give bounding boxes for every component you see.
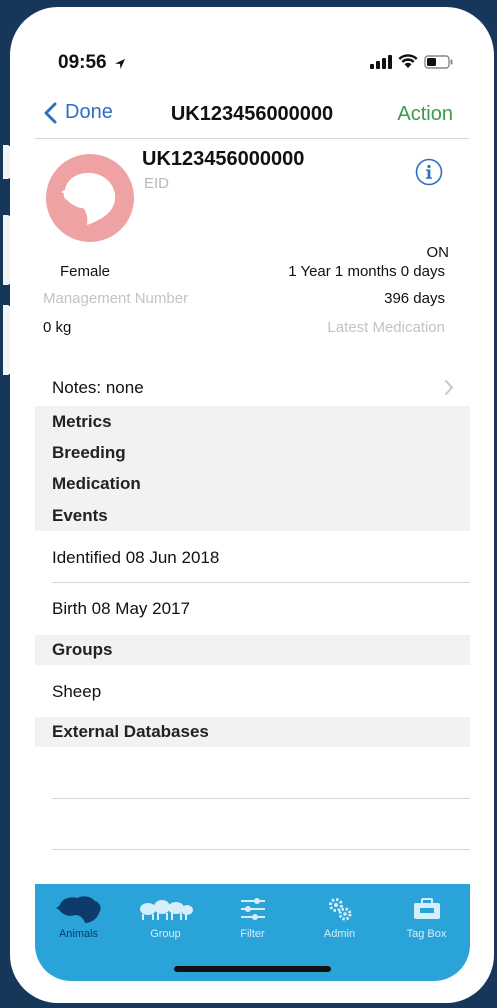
list-item[interactable]: Sheep [35, 665, 470, 717]
info-icon [415, 158, 443, 186]
group-sheep: Sheep [52, 682, 102, 701]
filter-icon [209, 892, 296, 926]
tab-group-label: Group [150, 928, 181, 940]
tag-box-icon [383, 892, 470, 926]
tab-filter[interactable]: Filter [209, 884, 296, 954]
groups-label: Groups [52, 640, 113, 659]
status-icons [370, 54, 454, 69]
divider [52, 798, 470, 799]
id-type-label: EID [144, 175, 170, 192]
device-frame: 09:56 Done UK123456000000 Action UK12345… [0, 0, 497, 1008]
list-item[interactable]: Identified 08 Jun 2018 [35, 531, 470, 583]
location-arrow-icon [115, 59, 125, 69]
tab-admin[interactable]: Admin [296, 884, 383, 954]
days-value: 396 days [384, 290, 445, 307]
tab-bar: Animals Group Filter Admin Tag Box [35, 884, 470, 981]
group-icon [122, 892, 209, 926]
notes-label: Notes: none [52, 378, 144, 397]
tab-admin-label: Admin [323, 928, 356, 940]
tab-group[interactable]: Group [122, 884, 209, 954]
tab-animals-label: Animals [58, 928, 99, 940]
management-number-label: Management Number [43, 290, 189, 307]
event-identified: Identified 08 Jun 2018 [52, 548, 220, 567]
latest-medication-label: Latest Medication [327, 319, 445, 336]
battery-icon [424, 54, 453, 69]
navigation-bar: Done UK123456000000 Action [35, 95, 469, 139]
age-value: 1 Year 1 months 0 days [288, 263, 445, 280]
status-value: ON [426, 244, 450, 261]
animal-avatar [46, 154, 134, 242]
animal-id: UK123456000000 [142, 148, 305, 170]
sheep-head-icon [61, 172, 116, 225]
weight-value: 0 kg [43, 319, 72, 336]
admin-gears-icon [296, 892, 383, 926]
tab-animals[interactable]: Animals [35, 884, 122, 954]
events-section-header: Events [52, 506, 108, 525]
info-button[interactable] [415, 158, 443, 191]
status-time: 09:56 [58, 52, 107, 73]
home-indicator[interactable] [174, 966, 331, 972]
breeding-section[interactable]: Breeding [52, 443, 126, 463]
event-birth: Birth 08 May 2017 [52, 599, 190, 618]
chevron-right-icon [445, 380, 454, 395]
detail-sections: Metrics Breeding Medication Events [35, 406, 470, 531]
wifi-icon [398, 54, 418, 68]
animals-icon [35, 892, 122, 926]
list-item[interactable]: Birth 08 May 2017 [35, 583, 470, 635]
status-bar: 09:56 [10, 7, 494, 87]
tab-filter-label: Filter [240, 928, 265, 940]
tab-tag-box-label: Tag Box [406, 928, 447, 940]
cellular-signal-icon [370, 54, 392, 69]
tab-tag-box[interactable]: Tag Box [383, 884, 470, 954]
action-button[interactable]: Action [397, 103, 453, 126]
sex-value: Female [60, 263, 111, 280]
external-databases-label: External Databases [52, 722, 209, 741]
medication-section[interactable]: Medication [52, 474, 141, 494]
divider [52, 849, 470, 850]
groups-section-header: Groups [35, 635, 470, 665]
external-databases-header: External Databases [35, 717, 470, 747]
metrics-section[interactable]: Metrics [52, 412, 112, 432]
phone-screen: 09:56 Done UK123456000000 Action UK12345… [10, 7, 494, 1003]
